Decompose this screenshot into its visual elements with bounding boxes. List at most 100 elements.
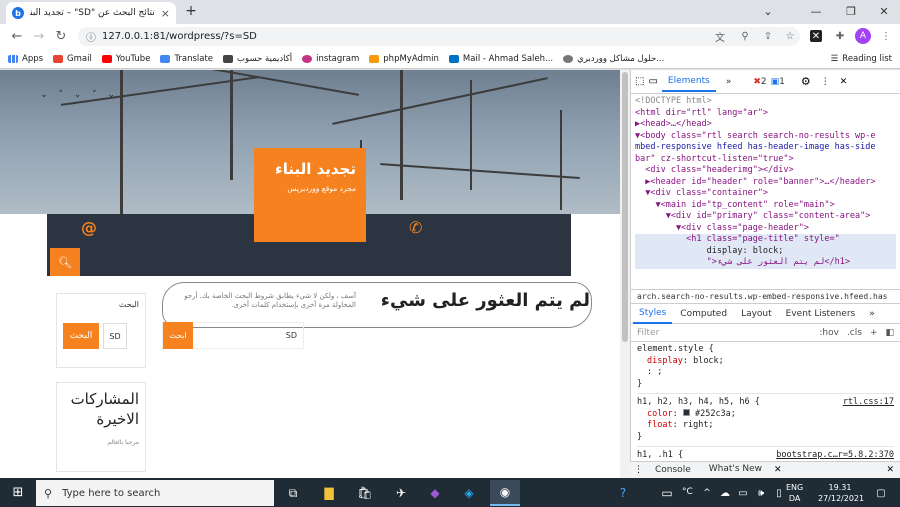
menu-kebab-icon[interactable]: ⋮ bbox=[878, 28, 894, 44]
bookmark-youtube[interactable]: YouTube bbox=[101, 54, 150, 64]
bookmark-apps[interactable]: Apps bbox=[8, 54, 43, 64]
color-swatch[interactable] bbox=[682, 408, 690, 416]
tab-search-icon[interactable]: ⌄ bbox=[752, 0, 784, 22]
dom-line[interactable]: <html dir="rtl" lang="ar"> bbox=[635, 108, 896, 120]
info-icon[interactable]: ⓘ bbox=[86, 29, 96, 44]
app-icon[interactable]: ✈ bbox=[390, 482, 412, 504]
header-search-button[interactable]: 🔍︎ bbox=[50, 248, 80, 276]
tab-close-icon[interactable]: × bbox=[161, 7, 170, 20]
new-tab-button[interactable]: + bbox=[183, 3, 199, 19]
browser-tab[interactable]: b نتائج البحث عن "SD" – تجديد البناء × bbox=[6, 2, 176, 24]
back-icon[interactable]: ← bbox=[6, 26, 28, 48]
bookmark-phpmyadmin[interactable]: phpMyAdmin bbox=[369, 54, 439, 64]
styles-filter-input[interactable]: Filter bbox=[637, 328, 811, 338]
css-source-link[interactable]: rtl.css:17 bbox=[843, 397, 894, 409]
page-scroll-thumb[interactable] bbox=[622, 72, 628, 342]
dom-tree[interactable]: <!DOCTYPE html> <html dir="rtl" lang="ar… bbox=[631, 94, 900, 289]
dom-line-selected[interactable]: <h1 class="page-title" style=" bbox=[635, 234, 896, 246]
devtools-close-icon[interactable]: ✕ bbox=[840, 77, 848, 87]
bookmark-mail[interactable]: Mail - Ahmad Saleh... bbox=[448, 54, 553, 64]
device-icon[interactable]: ▭ bbox=[656, 482, 678, 504]
bookmark-wp-fixes[interactable]: حلول مشاكل ووردبري... bbox=[563, 54, 664, 64]
profile-avatar[interactable]: A bbox=[855, 28, 871, 44]
help-icon[interactable]: ? bbox=[612, 482, 634, 504]
errors-badge[interactable]: ✖2 bbox=[753, 77, 766, 87]
dom-line[interactable]: bar" cz-shortcut-listen="true"> bbox=[635, 154, 896, 166]
bookmark-hsoub[interactable]: أكاديمية حسوب bbox=[223, 54, 292, 64]
css-rule[interactable]: element.style { display: block; : ; } bbox=[637, 344, 894, 394]
site-title[interactable]: تجديد البناء bbox=[264, 160, 356, 178]
address-bar[interactable]: ⓘ 127.0.0.1:81/wordpress/?s=SD bbox=[78, 27, 800, 46]
dom-line[interactable]: ▶<header id="header" role="banner">…</he… bbox=[635, 177, 896, 189]
task-view-icon[interactable]: ⧉ bbox=[282, 482, 304, 504]
dom-line[interactable]: <!DOCTYPE html> bbox=[635, 96, 896, 108]
language-indicator[interactable]: ENG DA bbox=[786, 482, 803, 504]
clock[interactable]: 19.31 27/12/2021 bbox=[818, 482, 864, 504]
zoom-icon[interactable]: ⚲ bbox=[737, 28, 753, 44]
dom-line[interactable]: ▶<head>…</head> bbox=[635, 119, 896, 131]
reload-icon[interactable]: ↻ bbox=[50, 26, 72, 48]
restore-icon[interactable]: ❐ bbox=[835, 0, 867, 22]
dom-line[interactable]: <div class="headerimg"></div> bbox=[635, 165, 896, 177]
sidebar-toggle-icon[interactable]: ◧ bbox=[885, 328, 894, 338]
bookmark-gmail[interactable]: Gmail bbox=[53, 54, 92, 64]
reading-list[interactable]: ☰ Reading list bbox=[831, 54, 892, 64]
phone-icon[interactable]: ✆ bbox=[409, 218, 422, 237]
drawer-menu-icon[interactable]: ⋮ bbox=[634, 465, 643, 475]
visual-studio-icon[interactable]: ◆ bbox=[424, 482, 446, 504]
extension-1-icon[interactable]: ✕ bbox=[810, 30, 822, 42]
vscode-icon[interactable]: ◈ bbox=[458, 482, 480, 504]
content-search-button[interactable]: ابحث bbox=[163, 322, 193, 349]
bookmark-instagram[interactable]: instagram bbox=[302, 54, 359, 64]
dom-line[interactable]: ▼<div id="primary" class="content-area"> bbox=[635, 211, 896, 223]
taskbar-search[interactable]: ⚲ Type here to search bbox=[36, 480, 274, 506]
drawer-tab-close-icon[interactable]: ✕ bbox=[774, 465, 782, 475]
dom-line-selected[interactable]: ">لم يتم العثور على شيء</h1> bbox=[635, 257, 896, 269]
inspect-icon[interactable]: ⬚ bbox=[635, 76, 644, 87]
css-rule[interactable]: h1, h2, h3, h4, h5, h6 {rtl.css:17 color… bbox=[637, 397, 894, 447]
dom-line[interactable]: mbed-responsive hfeed has-header-image h… bbox=[635, 142, 896, 154]
tab-whats-new[interactable]: What's New bbox=[702, 460, 769, 480]
share-icon[interactable]: ⇪ bbox=[760, 28, 776, 44]
hov-toggle[interactable]: :hov bbox=[819, 328, 839, 338]
widget-search-input[interactable]: SD bbox=[103, 323, 127, 349]
translate-icon[interactable]: 文 bbox=[712, 28, 728, 44]
email-icon[interactable]: @ bbox=[81, 218, 97, 237]
forward-icon[interactable]: → bbox=[28, 26, 50, 48]
messages-badge[interactable]: ▣1 bbox=[771, 77, 785, 87]
dom-line[interactable]: ▼<div class="page-header"> bbox=[635, 223, 896, 235]
drawer-close-icon[interactable]: ✕ bbox=[886, 465, 894, 475]
tab-event-listeners[interactable]: Event Listeners bbox=[780, 305, 862, 323]
devtools-menu-icon[interactable]: ⋮ bbox=[821, 77, 830, 87]
tab-elements[interactable]: Elements bbox=[661, 72, 716, 92]
tab-styles[interactable]: Styles bbox=[633, 304, 673, 324]
notifications-icon[interactable]: ▢ bbox=[870, 482, 892, 504]
widget-search-button[interactable]: البحث bbox=[63, 323, 99, 349]
add-rule-icon[interactable]: + bbox=[870, 328, 878, 338]
close-window-icon[interactable]: ✕ bbox=[868, 0, 900, 22]
content-search-input[interactable]: SD bbox=[193, 331, 303, 340]
tab-more[interactable]: » bbox=[863, 305, 881, 323]
dom-line[interactable]: ▼<body class="rtl search search-no-resul… bbox=[635, 131, 896, 143]
extensions-puzzle-icon[interactable]: ✚ bbox=[832, 28, 848, 44]
tab-layout[interactable]: Layout bbox=[735, 305, 778, 323]
dom-line[interactable]: ▼<main id="tp_content" role="main"> bbox=[635, 200, 896, 212]
weather-temp[interactable]: °C bbox=[682, 487, 693, 497]
chrome-icon[interactable]: ◉ bbox=[490, 480, 520, 506]
more-tabs[interactable]: » bbox=[720, 73, 738, 91]
dom-breadcrumb[interactable]: arch.search-no-results.wp-embed-responsi… bbox=[631, 289, 900, 304]
bookmark-star-icon[interactable]: ☆ bbox=[782, 28, 798, 44]
device-toggle-icon[interactable]: ▭ bbox=[648, 76, 657, 87]
css-source-link[interactable]: bootstrap.c…r=5.8.2:370 bbox=[776, 450, 894, 462]
dom-line-selected[interactable]: display: block; bbox=[635, 245, 896, 257]
site-branding[interactable]: تجديد البناء مجرد موقع ووردبريس bbox=[254, 148, 366, 242]
cls-toggle[interactable]: .cls bbox=[847, 328, 862, 338]
settings-gear-icon[interactable]: ⚙ bbox=[801, 75, 811, 88]
dom-line[interactable]: ▼<div class="container"> bbox=[635, 188, 896, 200]
styles-pane[interactable]: element.style { display: block; : ; } h1… bbox=[631, 342, 900, 464]
minimize-icon[interactable]: — bbox=[800, 0, 832, 22]
start-windows-icon[interactable]: ⊞ bbox=[0, 478, 36, 507]
tab-computed[interactable]: Computed bbox=[674, 305, 733, 323]
recent-post-link[interactable]: مرحبا بالعالم bbox=[63, 439, 139, 446]
bookmark-translate[interactable]: Translate bbox=[160, 54, 213, 64]
